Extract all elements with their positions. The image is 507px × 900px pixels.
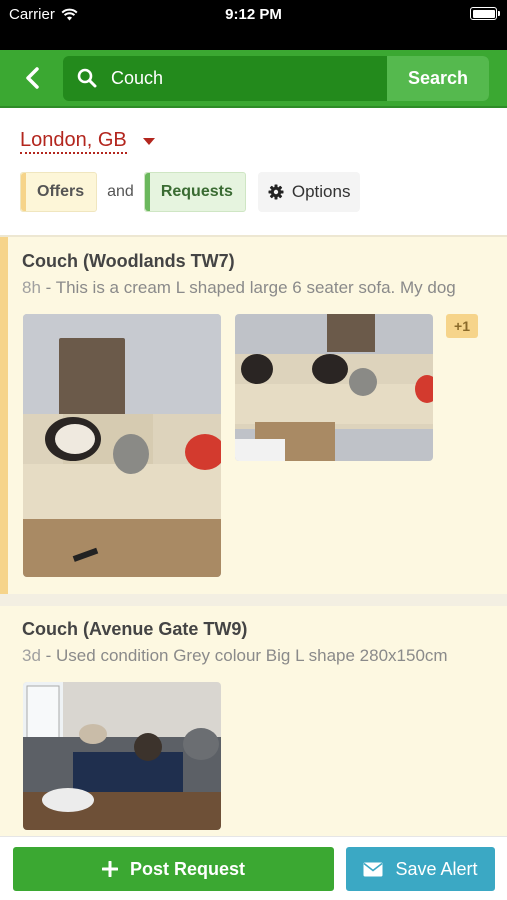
listing-description: 8h - This is a cream L shaped large 6 se…	[22, 278, 497, 298]
sofa-photo	[23, 314, 221, 577]
divider	[0, 594, 507, 606]
listing-photo[interactable]	[23, 682, 221, 830]
listing-card[interactable]: Couch (Avenue Gate TW9) 3d - Used condit…	[0, 606, 507, 836]
battery-icon	[470, 7, 500, 20]
listing-photo[interactable]	[235, 314, 433, 461]
listing-title: Couch (Avenue Gate TW9)	[22, 619, 248, 639]
post-request-button[interactable]: Post Request	[13, 847, 334, 891]
search-button[interactable]: Search	[387, 56, 489, 101]
status-bar: Carrier 9:12 PM	[0, 0, 507, 50]
envelope-icon	[363, 862, 383, 876]
listing-age: 3d	[22, 646, 41, 665]
back-chevron-icon	[26, 67, 39, 89]
search-input[interactable]	[111, 56, 381, 101]
search-header: Search	[0, 50, 507, 108]
listing-title: Couch (Woodlands TW7)	[22, 251, 235, 271]
back-button[interactable]	[14, 60, 50, 96]
listing-age: 8h	[22, 278, 41, 297]
sofa-photo	[235, 314, 433, 461]
filter-bar: Offers and Requests Options	[20, 172, 361, 212]
post-request-label: Post Request	[129, 858, 246, 879]
options-button[interactable]: Options	[257, 172, 361, 212]
bottom-action-bar: Post Request Save Alert	[0, 836, 507, 900]
sofa-photo	[23, 682, 221, 830]
status-time: 9:12 PM	[225, 6, 282, 23]
requests-toggle[interactable]: Requests	[143, 172, 246, 212]
listing-description-text: - This is a cream L shaped large 6 seate…	[40, 278, 456, 297]
options-label: Options	[291, 182, 351, 201]
more-photos-badge[interactable]: +1	[446, 314, 478, 338]
listing-description: 3d - Used condition Grey colour Big L sh…	[22, 646, 497, 666]
and-text: and	[107, 183, 134, 200]
offer-stripe	[0, 237, 8, 594]
location-label: London, GB	[20, 128, 127, 154]
save-alert-button[interactable]: Save Alert	[346, 847, 495, 891]
caret-down-icon	[142, 137, 155, 145]
save-alert-label: Save Alert	[395, 858, 478, 879]
location-selector[interactable]: London, GB	[20, 128, 155, 154]
listing-card[interactable]: Couch (Woodlands TW7) 8h - This is a cre…	[0, 237, 507, 594]
search-box: Search	[63, 56, 489, 101]
gear-icon	[268, 184, 284, 200]
listing-description-text: - Used condition Grey colour Big L shape…	[40, 646, 448, 665]
offers-toggle[interactable]: Offers	[20, 172, 98, 212]
listing-photo[interactable]	[23, 314, 221, 577]
search-icon	[77, 68, 97, 88]
plus-icon	[101, 861, 118, 877]
